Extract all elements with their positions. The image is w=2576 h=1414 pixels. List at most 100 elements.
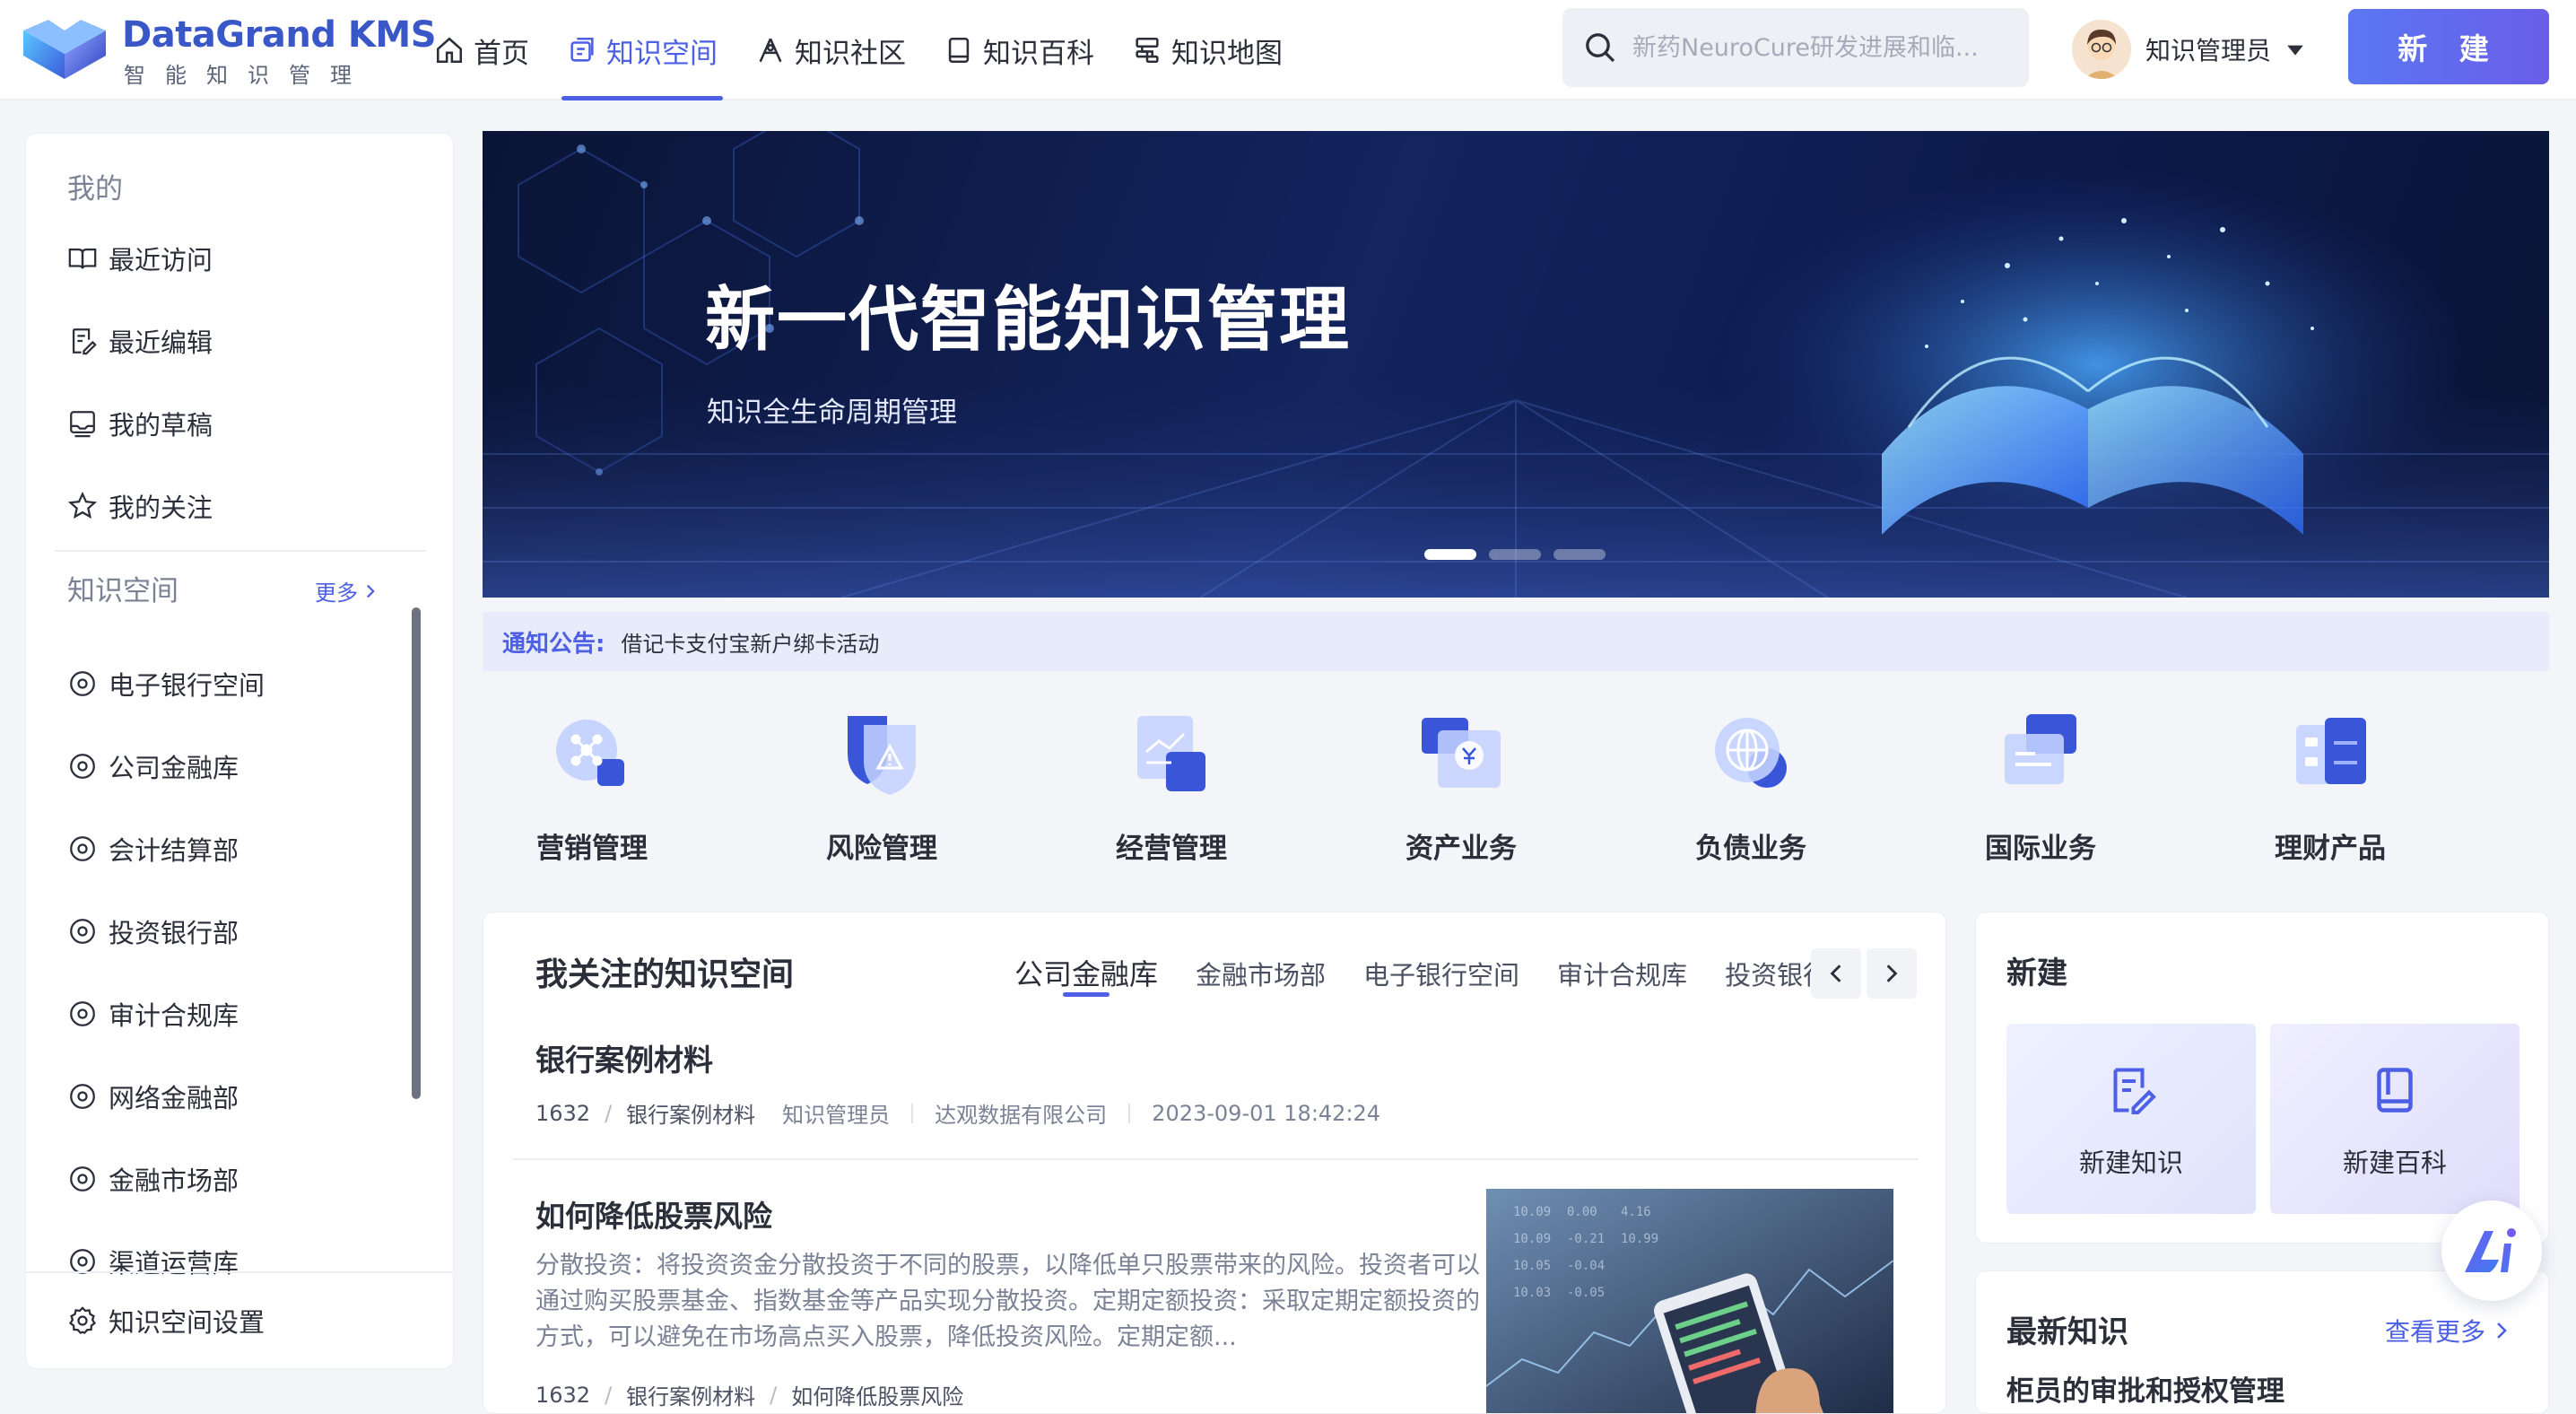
gear-icon xyxy=(69,1306,96,1334)
category-wealth[interactable]: 理财产品 xyxy=(2241,709,2420,879)
new-wiki-icon xyxy=(2377,1068,2413,1113)
sidebar-space-item[interactable]: 公司金融库 xyxy=(67,744,239,789)
sidebar-space-label: 会计结算部 xyxy=(109,835,239,866)
new-wiki-button[interactable]: 新建百科 xyxy=(2270,1024,2519,1214)
nav-knowledge-space[interactable]: 知识空间 xyxy=(561,0,723,100)
tile-label: 新建百科 xyxy=(2342,1148,2447,1178)
meta-separator: / xyxy=(770,1382,778,1408)
tabs-next-button[interactable] xyxy=(1867,948,1917,999)
sidebar-item-following[interactable]: 我的关注 xyxy=(67,484,213,528)
ai-assistant-button[interactable] xyxy=(2441,1200,2542,1301)
new-knowledge-button[interactable]: 新建知识 xyxy=(2006,1024,2256,1214)
sidebar-scrollbar[interactable] xyxy=(412,607,421,1099)
article-category[interactable]: 银行案例材料 xyxy=(626,1379,755,1410)
notice-bar[interactable]: 通知公告: 借记卡支付宝新户绑卡活动 xyxy=(483,612,2549,671)
category-liability[interactable]: 负债业务 xyxy=(1661,709,1841,879)
tab-space[interactable]: 投资银行部 xyxy=(1725,952,1813,997)
user-name: 知识管理员 xyxy=(2145,36,2272,65)
article-title[interactable]: 银行案例材料 xyxy=(535,1036,713,1079)
category-international[interactable]: 国际业务 xyxy=(1951,709,2130,879)
caret-down-icon xyxy=(2287,45,2303,56)
sidebar-space-label: 网络金融部 xyxy=(109,1083,239,1113)
carousel-dot-3[interactable] xyxy=(1553,549,1606,560)
category-asset[interactable]: 资产业务 xyxy=(1371,709,1551,879)
nav-home[interactable]: 首页 xyxy=(434,0,529,100)
nav-map[interactable]: 知识地图 xyxy=(1132,0,1283,100)
category-label: 营销管理 xyxy=(536,833,648,865)
category-risk[interactable]: 风险管理 xyxy=(792,709,971,879)
tabs-prev-button[interactable] xyxy=(1811,948,1861,999)
space-target-icon xyxy=(70,754,95,779)
view-more-link[interactable]: 查看更多 xyxy=(2385,1313,2511,1349)
tab-space[interactable]: 公司金融库 xyxy=(1014,952,1158,997)
tab-space[interactable]: 金融市场部 xyxy=(1196,952,1326,997)
sidebar-space-settings[interactable]: 知识空间设置 xyxy=(67,1298,265,1343)
space-target-icon xyxy=(70,1001,95,1026)
sidebar-space-item[interactable]: 电子银行空间 xyxy=(67,661,265,706)
sidebar-space-item[interactable]: 网络金融部 xyxy=(67,1074,239,1119)
svg-text:10.09: 10.09 xyxy=(1513,1205,1551,1219)
latest-item[interactable]: 柜员的审批和授权管理 xyxy=(2006,1368,2284,1409)
search-box[interactable] xyxy=(1562,8,2029,87)
edit-doc-icon xyxy=(72,328,97,355)
article-title[interactable]: 如何降低股票风险 xyxy=(535,1192,772,1235)
svg-text:10.09: 10.09 xyxy=(1513,1232,1551,1246)
sidebar-more-link[interactable]: 更多 xyxy=(315,575,378,607)
category-marketing[interactable]: 营销管理 xyxy=(502,709,682,879)
user-menu[interactable]: 知识管理员 xyxy=(2072,18,2305,81)
new-panel: 新建 新建知识 新建百科 xyxy=(1975,912,2549,1244)
category-operation[interactable]: 经营管理 xyxy=(1082,709,1261,879)
sidebar-space-item[interactable]: 审计合规库 xyxy=(67,991,239,1036)
chevron-right-icon xyxy=(367,584,375,598)
sidebar-item-recent-edits[interactable]: 最近编辑 xyxy=(67,319,213,363)
article-category[interactable]: 银行案例材料 xyxy=(626,1097,755,1129)
space-tabs: 公司金融库 金融市场部 电子银行空间 审计合规库 投资银行部 xyxy=(1014,952,1813,997)
home-icon xyxy=(436,37,463,64)
space-icon xyxy=(570,37,594,62)
article-thumbnail[interactable]: 10.09 0.00 4.16 10.09 -0.21 10.99 10.05 -0.04… xyxy=(1486,1189,1893,1413)
tab-space[interactable]: 电子银行空间 xyxy=(1363,952,1519,997)
draft-icon xyxy=(70,411,95,438)
category-label: 负债业务 xyxy=(1695,833,1806,865)
space-target-icon xyxy=(70,1084,95,1109)
article-org: 达观数据有限公司 xyxy=(935,1103,1108,1128)
hero-banner[interactable]: 新一代智能知识管理 知识全生命周期管理 xyxy=(483,131,2549,598)
sidebar-space-item[interactable]: 金融市场部 xyxy=(67,1157,239,1201)
carousel-dots xyxy=(1424,549,1606,560)
chevron-right-icon xyxy=(1886,964,1898,982)
search-input[interactable] xyxy=(1631,32,1998,63)
space-target-icon xyxy=(70,1166,95,1191)
community-icon xyxy=(759,38,782,63)
article-divider xyxy=(512,1158,1919,1160)
tab-space[interactable]: 审计合规库 xyxy=(1557,952,1687,997)
sidebar-space-label: 审计合规库 xyxy=(109,1000,239,1031)
avatar[interactable] xyxy=(2072,20,2131,79)
header-new-button[interactable]: 新 建 xyxy=(2348,9,2549,84)
nav-community[interactable]: 知识社区 xyxy=(755,0,906,100)
liability-globe-icon xyxy=(1715,718,1787,788)
svg-text:10.99: 10.99 xyxy=(1621,1232,1658,1246)
sidebar-item-recent-visits[interactable]: 最近访问 xyxy=(67,236,213,281)
nav-map-label: 知识地图 xyxy=(1171,37,1283,70)
sidebar-space-item[interactable]: 投资银行部 xyxy=(67,909,239,954)
article-subcategory[interactable]: 如何降低股票风险 xyxy=(791,1379,963,1410)
carousel-dot-1[interactable] xyxy=(1424,549,1476,560)
notice-text[interactable]: 借记卡支付宝新户绑卡活动 xyxy=(621,626,879,658)
carousel-dot-2[interactable] xyxy=(1489,549,1541,560)
sidebar-space-label: 金融市场部 xyxy=(109,1165,239,1196)
ai-logo-icon xyxy=(2465,1228,2516,1272)
chevron-right-icon xyxy=(2497,1322,2507,1339)
top-bar: DataGrand KMS 智能知识管理 首页 知识空间 知识社区 知识百科 知… xyxy=(0,0,2576,100)
star-icon xyxy=(67,491,98,519)
sidebar-space-item[interactable]: 会计结算部 xyxy=(67,826,239,871)
stock-phone-image-icon: 10.09 0.00 4.16 10.09 -0.21 10.99 10.05 -0.04… xyxy=(1486,1189,1893,1413)
followed-spaces-card: 我关注的知识空间 公司金融库 金融市场部 电子银行空间 审计合规库 投资银行部 … xyxy=(483,912,1946,1414)
sidebar-item-drafts[interactable]: 我的草稿 xyxy=(67,401,213,446)
followed-spaces-title: 我关注的知识空间 xyxy=(535,956,795,993)
nav-wiki[interactable]: 知识百科 xyxy=(944,0,1094,100)
meta-divider xyxy=(1128,1103,1131,1123)
brand[interactable]: DataGrand KMS 智能知识管理 xyxy=(22,13,437,92)
nav-wiki-label: 知识百科 xyxy=(983,37,1094,70)
svg-text:4.16: 4.16 xyxy=(1621,1205,1651,1219)
main-nav: 首页 知识空间 知识社区 知识百科 知识地图 xyxy=(434,0,1320,100)
